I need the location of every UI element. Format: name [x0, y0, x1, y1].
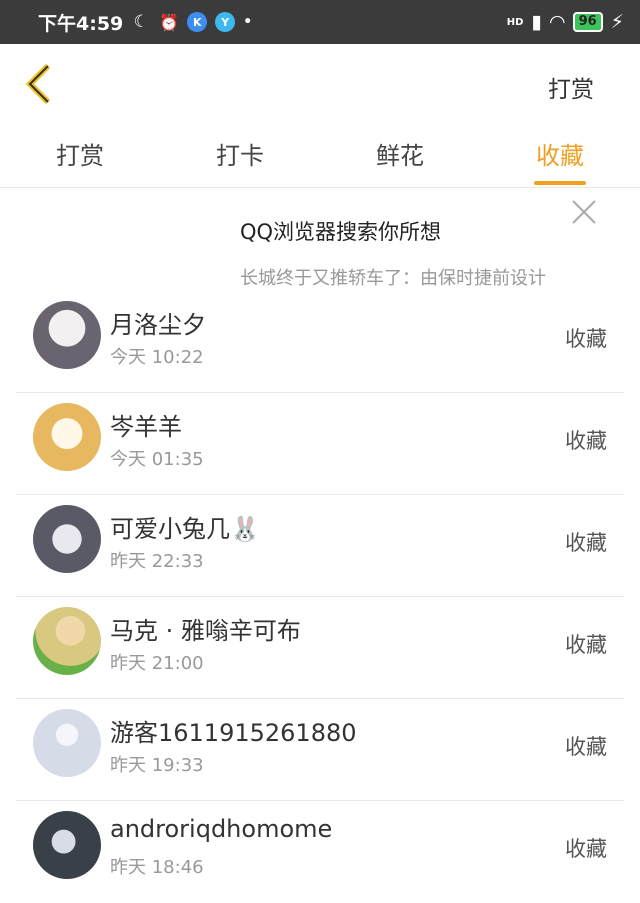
tab-favorites[interactable]: 收藏 [480, 124, 640, 187]
tab-reward[interactable]: 打赏 [0, 124, 160, 187]
top-bar: 打赏 [0, 44, 640, 124]
user-name: 游客1611915261880 [110, 719, 357, 747]
ad-banner[interactable]: QQ浏览器搜索你所想 长城终于又推轿车了：由保时捷前设计 [0, 188, 640, 298]
list-item[interactable]: 月洛尘夕 今天 10:22 收藏 [16, 291, 624, 393]
timestamp: 昨天 22:33 [110, 551, 204, 572]
tab-bar: 打赏 打卡 鲜花 收藏 [0, 124, 640, 188]
user-name: 马克 · 雅嗡辛可布 [110, 617, 301, 645]
timestamp: 今天 01:35 [110, 449, 204, 470]
action-label: 收藏 [565, 633, 607, 657]
k-app-icon: K [187, 12, 208, 32]
action-label: 收藏 [565, 531, 607, 555]
avatar[interactable] [33, 505, 101, 573]
signal-icon: ▮ [531, 11, 542, 33]
user-name: 岑羊羊 [110, 413, 182, 441]
more-dot-icon: • [243, 14, 253, 30]
alarm-icon: ⏰ [159, 12, 180, 32]
clock: 下午4:59 [38, 12, 124, 35]
back-icon[interactable] [22, 62, 58, 106]
y-app-icon: Y [215, 12, 236, 32]
user-name: 可爱小兔几🐰 [110, 515, 260, 543]
favorites-list: 月洛尘夕 今天 10:22 收藏 岑羊羊 今天 01:35 收藏 可爱小兔几🐰 … [0, 291, 640, 903]
avatar[interactable] [33, 811, 101, 879]
status-bar: 下午4:59 ☾ ⏰ K Y • HD ▮ ◠ 96 ⚡ [0, 0, 640, 44]
list-item[interactable]: androriqdhomome 昨天 18:46 收藏 [16, 801, 624, 903]
avatar[interactable] [33, 607, 101, 675]
action-label: 收藏 [565, 327, 607, 351]
list-item[interactable]: 岑羊羊 今天 01:35 收藏 [16, 393, 624, 495]
list-item[interactable]: 游客1611915261880 昨天 19:33 收藏 [16, 699, 624, 801]
tab-checkin[interactable]: 打卡 [160, 124, 320, 187]
moon-icon: ☾ [133, 12, 149, 32]
wifi-icon: ◠ [549, 11, 565, 33]
action-label: 收藏 [565, 429, 607, 453]
timestamp: 今天 10:22 [110, 347, 204, 368]
timestamp: 昨天 21:00 [110, 653, 204, 674]
user-name: androriqdhomome [110, 815, 333, 843]
battery-icon: 96 [572, 12, 603, 32]
close-icon[interactable] [570, 198, 598, 226]
user-name: 月洛尘夕 [110, 311, 206, 339]
avatar[interactable] [33, 301, 101, 369]
list-item[interactable]: 可爱小兔几🐰 昨天 22:33 收藏 [16, 495, 624, 597]
reward-button[interactable]: 打赏 [548, 70, 594, 104]
avatar[interactable] [33, 403, 101, 471]
list-item[interactable]: 马克 · 雅嗡辛可布 昨天 21:00 收藏 [16, 597, 624, 699]
timestamp: 昨天 18:46 [110, 857, 204, 878]
signal-label: HD [506, 16, 524, 28]
tab-flowers[interactable]: 鲜花 [320, 124, 480, 187]
action-label: 收藏 [565, 735, 607, 759]
charging-icon: ⚡ [610, 11, 624, 33]
avatar[interactable] [33, 709, 101, 777]
action-label: 收藏 [565, 837, 607, 861]
timestamp: 昨天 19:33 [110, 755, 204, 776]
